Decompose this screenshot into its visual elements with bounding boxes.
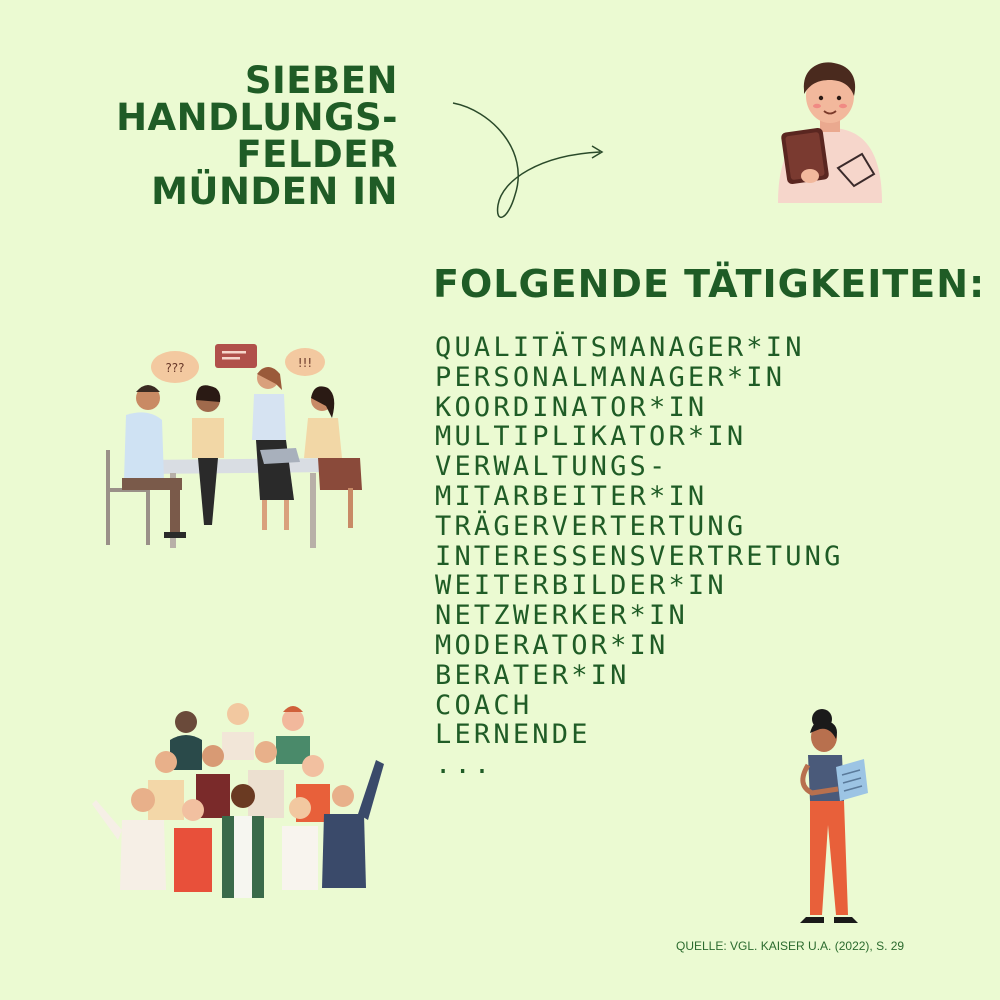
- curly-arrow-icon: [452, 102, 604, 218]
- bubble-exclamation-text: !!!: [298, 356, 312, 370]
- list-item: INTERESSENSVERTRETUNG: [435, 540, 844, 572]
- heading: SIEBEN HANDLUNGS- FELDER MÜNDEN IN: [116, 62, 398, 210]
- list-item: PERSONALMANAGER*IN: [435, 361, 786, 393]
- activities-heading: FOLGENDE TÄTIGKEITEN:: [433, 262, 986, 306]
- heading-line-2: HANDLUNGS-: [116, 96, 398, 139]
- man-with-tablet-illustration: [778, 62, 882, 203]
- crowd-illustration: [92, 703, 384, 898]
- list-item: NETZWERKER*IN: [435, 600, 688, 632]
- list-item: WEITERBILDER*IN: [435, 570, 727, 602]
- speech-bubble-question: ???: [151, 351, 199, 383]
- list-item: QUALITÄTSMANAGER*IN: [435, 332, 805, 363]
- speech-bubble-exclamation: !!!: [285, 348, 325, 376]
- list-item: MITARBEITER*IN: [435, 480, 708, 512]
- woman-with-clipboard-illustration: [800, 709, 868, 923]
- list-item: BERATER*IN: [435, 659, 630, 691]
- list-item: TRÄGERVERTERTUNG: [435, 510, 747, 542]
- heading-line-3: FELDER: [236, 133, 398, 176]
- list-item: KOORDINATOR*IN: [435, 391, 708, 423]
- source-citation: QUELLE: VGL. KAISER U.A. (2022), S. 29: [676, 939, 905, 953]
- heading-line-4: MÜNDEN IN: [151, 170, 398, 213]
- heading-line-1: SIEBEN: [244, 59, 398, 102]
- meeting-illustration: ??? !!!: [106, 344, 362, 548]
- list-item: MODERATOR*IN: [435, 629, 669, 661]
- speech-bubble-message: [215, 344, 257, 368]
- bubble-question-text: ???: [165, 361, 184, 375]
- list-item: MULTIPLIKATOR*IN: [435, 421, 747, 453]
- list-item: VERWALTUNGS-: [435, 451, 669, 483]
